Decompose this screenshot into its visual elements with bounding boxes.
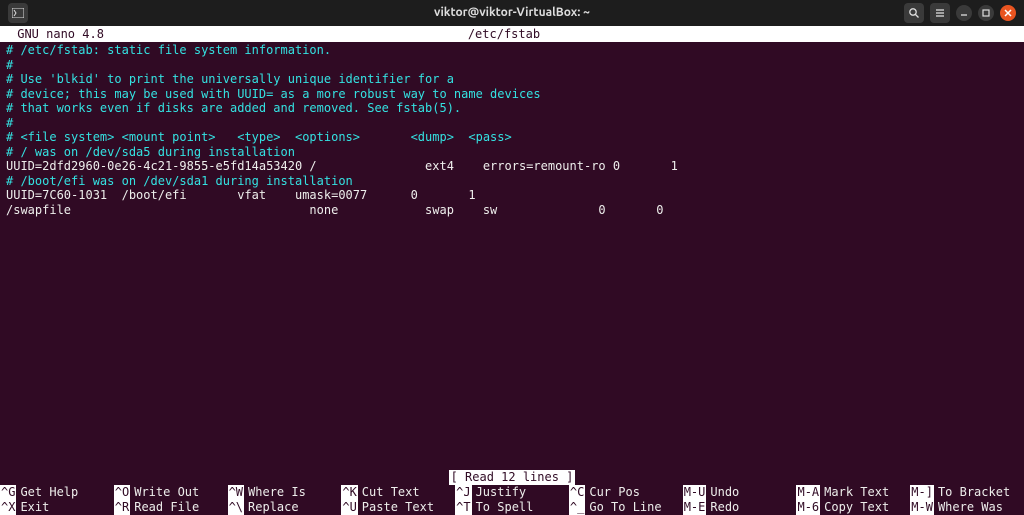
editor-line[interactable]: UUID=7C60-1031 /boot/efi vfat umask=0077… <box>6 188 1018 203</box>
editor-line[interactable]: # <box>6 58 1018 73</box>
editor-line[interactable]: # <file system> <mount point> <type> <op… <box>6 130 1018 145</box>
shortcut-label: Replace <box>244 500 299 515</box>
minimize-button[interactable] <box>956 5 972 21</box>
shortcut-key: M-A <box>796 485 820 500</box>
shortcut-cut-text: ^KCut Text <box>341 485 455 500</box>
shortcut-undo: M-UUndo <box>683 485 797 500</box>
editor-line[interactable]: # <box>6 116 1018 131</box>
shortcut-cur-pos: ^CCur Pos <box>569 485 683 500</box>
maximize-button[interactable] <box>978 5 994 21</box>
shortcut-key: ^J <box>455 485 471 500</box>
shortcut-go-to-line: ^_Go To Line <box>569 500 683 515</box>
nano-title-bar: GNU nano 4.8 /etc/fstab <box>0 26 1024 42</box>
nano-status-line: [ Read 12 lines ] <box>0 470 1024 485</box>
shortcut-label: Justify <box>472 485 527 500</box>
window-title: viktor@viktor-VirtualBox: ~ <box>0 0 1024 26</box>
shortcut-exit: ^XExit <box>0 500 114 515</box>
shortcut-label: Copy Text <box>820 500 889 515</box>
shortcut-label: Cut Text <box>358 485 420 500</box>
editor-line[interactable]: # /etc/fstab: static file system informa… <box>6 43 1018 58</box>
shortcut-label: Where Was <box>934 500 1003 515</box>
shortcut-key: ^T <box>455 500 471 515</box>
shortcut-read-file: ^RRead File <box>114 500 228 515</box>
terminal-app-icon[interactable] <box>8 3 28 23</box>
shortcut-key: M-6 <box>796 500 820 515</box>
nano-filename: /etc/fstab <box>104 26 904 42</box>
shortcut-key: ^O <box>114 485 130 500</box>
shortcut-key: M-W <box>910 500 934 515</box>
shortcut-label: Where Is <box>244 485 306 500</box>
editor-line[interactable]: /swapfile none swap sw 0 0 <box>6 203 1018 218</box>
shortcut-paste-text: ^UPaste Text <box>341 500 455 515</box>
shortcut-label: To Spell <box>472 500 534 515</box>
shortcut-label: Mark Text <box>820 485 889 500</box>
shortcut-to-bracket: M-]To Bracket <box>910 485 1024 500</box>
shortcut-key: ^\ <box>228 500 244 515</box>
terminal-viewport[interactable]: GNU nano 4.8 /etc/fstab # /etc/fstab: st… <box>0 26 1024 515</box>
shortcut-key: M-U <box>683 485 707 500</box>
shortcut-key: ^X <box>0 500 16 515</box>
editor-line[interactable]: # device; this may be used with UUID= as… <box>6 87 1018 102</box>
shortcut-copy-text: M-6Copy Text <box>796 500 910 515</box>
nano-editor-content[interactable]: # /etc/fstab: static file system informa… <box>0 42 1024 217</box>
shortcut-to-spell: ^TTo Spell <box>455 500 569 515</box>
shortcut-label: Undo <box>706 485 739 500</box>
shortcut-get-help: ^GGet Help <box>0 485 114 500</box>
nano-app-label: GNU nano 4.8 <box>0 26 104 42</box>
shortcut-key: ^G <box>0 485 16 500</box>
shortcut-justify: ^JJustify <box>455 485 569 500</box>
shortcut-label: Write Out <box>130 485 199 500</box>
close-button[interactable] <box>1000 5 1016 21</box>
search-icon[interactable] <box>904 3 924 23</box>
shortcut-label: Go To Line <box>585 500 661 515</box>
shortcut-label: Read File <box>130 500 199 515</box>
shortcut-where-was: M-WWhere Was <box>910 500 1024 515</box>
shortcut-redo: M-ERedo <box>683 500 797 515</box>
shortcut-key: ^K <box>341 485 357 500</box>
shortcut-key: M-E <box>683 500 707 515</box>
editor-line[interactable]: # /boot/efi was on /dev/sda1 during inst… <box>6 174 1018 189</box>
editor-line[interactable]: # that works even if disks are added and… <box>6 101 1018 116</box>
editor-line[interactable]: # / was on /dev/sda5 during installation <box>6 145 1018 160</box>
shortcut-label: Cur Pos <box>585 485 640 500</box>
shortcut-key: ^C <box>569 485 585 500</box>
shortcut-label: Redo <box>706 500 739 515</box>
nano-shortcut-bar: ^GGet Help^OWrite Out^WWhere Is^KCut Tex… <box>0 485 1024 515</box>
hamburger-menu-icon[interactable] <box>930 3 950 23</box>
shortcut-key: ^_ <box>569 500 585 515</box>
shortcut-label: Get Help <box>16 485 78 500</box>
shortcut-label: Exit <box>16 500 49 515</box>
window-titlebar: viktor@viktor-VirtualBox: ~ <box>0 0 1024 26</box>
shortcut-label: Paste Text <box>358 500 434 515</box>
shortcut-label: To Bracket <box>934 485 1010 500</box>
shortcut-write-out: ^OWrite Out <box>114 485 228 500</box>
editor-line[interactable]: # Use 'blkid' to print the universally u… <box>6 72 1018 87</box>
shortcut-key: M-] <box>910 485 934 500</box>
shortcut-key: ^R <box>114 500 130 515</box>
nano-status-text: [ Read 12 lines ] <box>449 470 576 485</box>
shortcut-replace: ^\Replace <box>228 500 342 515</box>
shortcut-key: ^W <box>228 485 244 500</box>
shortcut-mark-text: M-AMark Text <box>796 485 910 500</box>
shortcut-where-is: ^WWhere Is <box>228 485 342 500</box>
shortcut-key: ^U <box>341 500 357 515</box>
editor-line[interactable]: UUID=2dfd2960-0e26-4c21-9855-e5fd14a5342… <box>6 159 1018 174</box>
